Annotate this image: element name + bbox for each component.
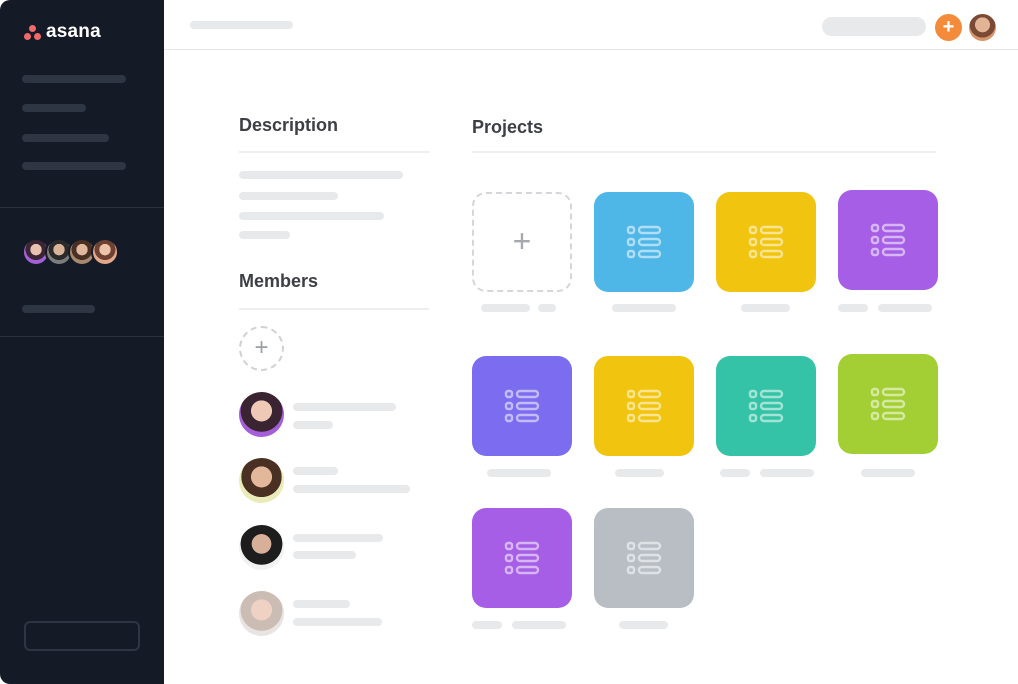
- search-input[interactable]: [822, 17, 926, 36]
- project-label: [615, 469, 664, 477]
- description-line: [239, 171, 403, 179]
- member-avatar[interactable]: [239, 392, 284, 437]
- member-avatar[interactable]: [239, 591, 284, 636]
- project-tile[interactable]: [716, 356, 816, 456]
- sidebar-nav-item-2[interactable]: [22, 104, 86, 112]
- logo-text: asana: [46, 21, 101, 42]
- sidebar: asana: [0, 0, 164, 684]
- sidebar-divider: [0, 207, 164, 208]
- description-line: [239, 192, 338, 200]
- member-name: [293, 534, 383, 542]
- member-name: [293, 403, 396, 411]
- project-tile[interactable]: [594, 192, 694, 292]
- projects-title: Projects: [472, 117, 544, 137]
- project-label: [619, 621, 668, 629]
- description-title: Description: [239, 115, 339, 135]
- sidebar-nav-item-1[interactable]: [22, 75, 126, 83]
- asana-logo[interactable]: asana: [24, 21, 101, 43]
- member-role: [293, 551, 356, 559]
- project-tile[interactable]: [472, 356, 572, 456]
- project-tile[interactable]: [716, 192, 816, 292]
- project-tile[interactable]: [594, 356, 694, 456]
- asana-logo-icon: [24, 24, 42, 40]
- project-label: [472, 621, 502, 629]
- add-button[interactable]: +: [935, 14, 962, 41]
- description-line: [239, 231, 290, 239]
- project-label: [481, 304, 530, 312]
- members-title: Members: [239, 271, 319, 291]
- sidebar-team-label[interactable]: [22, 305, 95, 313]
- page-title-placeholder: [190, 21, 293, 29]
- project-label: [878, 304, 932, 312]
- project-label: [760, 469, 814, 477]
- members-divider: [239, 308, 429, 310]
- topbar: +: [164, 0, 1018, 50]
- member-name: [293, 600, 350, 608]
- member-avatar[interactable]: [239, 458, 284, 503]
- sidebar-divider: [0, 336, 164, 337]
- project-label: [612, 304, 676, 312]
- member-role: [293, 618, 382, 626]
- member-avatar[interactable]: [239, 525, 284, 570]
- sidebar-team-avatars[interactable]: [22, 238, 119, 266]
- sidebar-nav-item-3[interactable]: [22, 134, 109, 142]
- project-label: [487, 469, 551, 477]
- project-label: [720, 469, 750, 477]
- add-project-button[interactable]: +: [472, 192, 572, 292]
- sidebar-nav-item-4[interactable]: [22, 162, 126, 170]
- member-name: [293, 467, 338, 475]
- project-tile[interactable]: [838, 354, 938, 454]
- project-label: [538, 304, 556, 312]
- project-label: [861, 469, 915, 477]
- project-label: [512, 621, 566, 629]
- sidebar-bottom-button[interactable]: [24, 621, 140, 651]
- project-label: [741, 304, 790, 312]
- member-role: [293, 485, 410, 493]
- add-member-button[interactable]: +: [239, 326, 284, 371]
- project-label: [838, 304, 868, 312]
- project-tile[interactable]: [472, 508, 572, 608]
- user-avatar[interactable]: [969, 14, 996, 41]
- description-divider: [239, 151, 429, 153]
- avatar: [91, 238, 119, 266]
- project-tile[interactable]: [594, 508, 694, 608]
- projects-divider: [472, 151, 936, 153]
- description-line: [239, 212, 384, 220]
- member-role: [293, 421, 333, 429]
- project-tile[interactable]: [838, 190, 938, 290]
